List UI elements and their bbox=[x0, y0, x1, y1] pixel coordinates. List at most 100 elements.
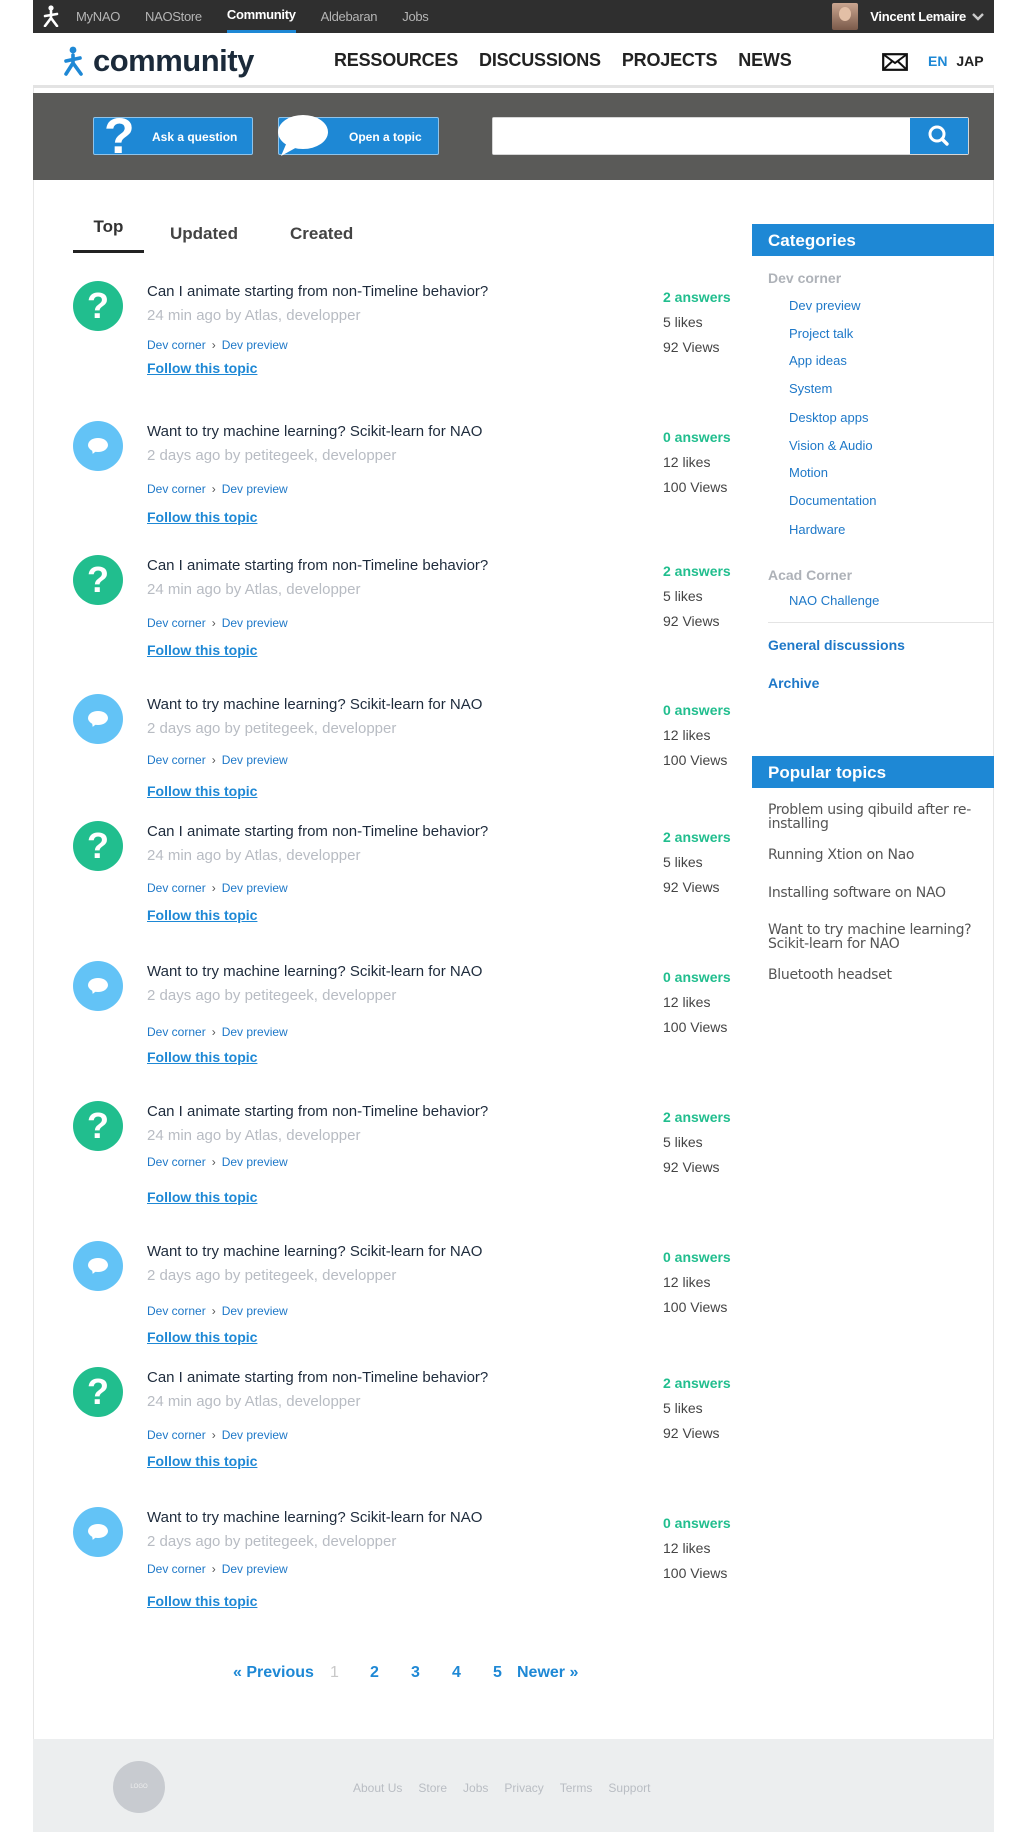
follow-topic-link[interactable]: Follow this topic bbox=[147, 642, 257, 658]
topnav-naostore[interactable]: NAOStore bbox=[145, 0, 202, 33]
sidebar-item-vision-audio[interactable]: Vision & Audio bbox=[789, 438, 873, 453]
follow-topic-link[interactable]: Follow this topic bbox=[147, 1453, 257, 1469]
subcategory-link[interactable]: Dev preview bbox=[222, 881, 288, 895]
category-link[interactable]: Dev corner bbox=[147, 1304, 206, 1318]
category-link[interactable]: Dev corner bbox=[147, 1428, 206, 1442]
topic-row[interactable]: ? Can I animate starting from non-Timeli… bbox=[73, 555, 743, 665]
topic-row[interactable]: Want to try machine learning? Scikit-lea… bbox=[73, 961, 743, 1071]
topic-title[interactable]: Can I animate starting from non-Timeline… bbox=[147, 1103, 488, 1120]
tab-created[interactable]: Created bbox=[290, 215, 353, 253]
chevron-down-icon[interactable] bbox=[972, 12, 984, 21]
sidebar-item-motion[interactable]: Motion bbox=[789, 465, 828, 480]
user-menu[interactable]: Vincent Lemaire bbox=[832, 0, 984, 33]
sidebar-item-system[interactable]: System bbox=[789, 381, 832, 396]
avatar[interactable] bbox=[832, 3, 859, 30]
footer-logo[interactable]: LOGO bbox=[113, 1761, 165, 1813]
newer-page-link[interactable]: Newer » bbox=[517, 1664, 578, 1682]
topic-row[interactable]: ? Can I animate starting from non-Timeli… bbox=[73, 1101, 743, 1211]
nav-ressources[interactable]: RESSOURCES bbox=[334, 50, 458, 71]
topnav-mynao[interactable]: MyNAO bbox=[76, 0, 120, 33]
follow-topic-link[interactable]: Follow this topic bbox=[147, 1593, 257, 1609]
category-link[interactable]: Dev corner bbox=[147, 753, 206, 767]
follow-topic-link[interactable]: Follow this topic bbox=[147, 1189, 257, 1205]
sidebar-item-app-ideas[interactable]: App ideas bbox=[789, 353, 847, 368]
category-link[interactable]: Dev corner bbox=[147, 1562, 206, 1576]
category-group-acad-corner[interactable]: Acad Corner bbox=[768, 567, 852, 583]
ask-question-button[interactable]: ? Ask a question bbox=[93, 111, 253, 161]
footer-link-support[interactable]: Support bbox=[608, 1781, 650, 1795]
topic-row[interactable]: ? Can I animate starting from non-Timeli… bbox=[73, 821, 743, 931]
topic-title[interactable]: Can I animate starting from non-Timeline… bbox=[147, 283, 488, 300]
topic-title[interactable]: Want to try machine learning? Scikit-lea… bbox=[147, 696, 482, 713]
subcategory-link[interactable]: Dev preview bbox=[222, 1304, 288, 1318]
topic-row[interactable]: ? Can I animate starting from non-Timeli… bbox=[73, 1367, 743, 1477]
footer-link-terms[interactable]: Terms bbox=[560, 1781, 593, 1795]
nav-projects[interactable]: PROJECTS bbox=[622, 50, 718, 71]
search-button[interactable] bbox=[910, 118, 968, 154]
topic-row[interactable]: Want to try machine learning? Scikit-lea… bbox=[73, 694, 743, 804]
sidebar-item-project-talk[interactable]: Project talk bbox=[789, 326, 853, 341]
tab-top[interactable]: Top bbox=[73, 215, 144, 253]
category-link[interactable]: Dev corner bbox=[147, 881, 206, 895]
search-input[interactable] bbox=[493, 118, 913, 154]
subcategory-link[interactable]: Dev preview bbox=[222, 1428, 288, 1442]
topic-row[interactable]: Want to try machine learning? Scikit-lea… bbox=[73, 1507, 743, 1617]
popular-topic-item[interactable]: Problem using qibuild after re-installin… bbox=[768, 803, 988, 831]
category-link[interactable]: Dev corner bbox=[147, 1155, 206, 1169]
category-link[interactable]: Dev corner bbox=[147, 482, 206, 496]
sidebar-item-hardware[interactable]: Hardware bbox=[789, 522, 845, 537]
follow-topic-link[interactable]: Follow this topic bbox=[147, 360, 257, 376]
topic-row[interactable]: ? Can I animate starting from non-Timeli… bbox=[73, 281, 743, 391]
subcategory-link[interactable]: Dev preview bbox=[222, 1025, 288, 1039]
tab-updated[interactable]: Updated bbox=[170, 215, 238, 253]
popular-topic-item[interactable]: Installing software on NAO bbox=[768, 886, 988, 900]
topic-row[interactable]: Want to try machine learning? Scikit-lea… bbox=[73, 421, 743, 531]
category-link[interactable]: Dev corner bbox=[147, 338, 206, 352]
page-5[interactable]: 5 bbox=[493, 1664, 502, 1682]
category-group-dev-corner[interactable]: Dev corner bbox=[768, 270, 841, 286]
subcategory-link[interactable]: Dev preview bbox=[222, 338, 288, 352]
topnav-jobs[interactable]: Jobs bbox=[402, 0, 429, 33]
subcategory-link[interactable]: Dev preview bbox=[222, 753, 288, 767]
subcategory-link[interactable]: Dev preview bbox=[222, 1155, 288, 1169]
sidebar-item-dev-preview[interactable]: Dev preview bbox=[789, 298, 861, 313]
follow-topic-link[interactable]: Follow this topic bbox=[147, 509, 257, 525]
footer-link-about[interactable]: About Us bbox=[353, 1781, 402, 1795]
open-topic-button[interactable]: Open a topic bbox=[278, 115, 439, 156]
popular-topic-item[interactable]: Running Xtion on Nao bbox=[768, 848, 988, 862]
topic-title[interactable]: Can I animate starting from non-Timeline… bbox=[147, 1369, 488, 1386]
sidebar-item-archive[interactable]: Archive bbox=[768, 675, 819, 691]
category-link[interactable]: Dev corner bbox=[147, 616, 206, 630]
page-3[interactable]: 3 bbox=[411, 1664, 420, 1682]
category-link[interactable]: Dev corner bbox=[147, 1025, 206, 1039]
nav-discussions[interactable]: DISCUSSIONS bbox=[479, 50, 601, 71]
topic-title[interactable]: Want to try machine learning? Scikit-lea… bbox=[147, 1243, 482, 1260]
previous-page-link[interactable]: « Previous bbox=[233, 1664, 314, 1682]
topic-title[interactable]: Can I animate starting from non-Timeline… bbox=[147, 557, 488, 574]
mail-icon[interactable] bbox=[882, 53, 908, 71]
topic-row[interactable]: Want to try machine learning? Scikit-lea… bbox=[73, 1241, 743, 1351]
footer-link-store[interactable]: Store bbox=[418, 1781, 447, 1795]
subcategory-link[interactable]: Dev preview bbox=[222, 616, 288, 630]
lang-en[interactable]: EN bbox=[928, 53, 947, 69]
page-4[interactable]: 4 bbox=[452, 1664, 461, 1682]
sidebar-item-general-discussions[interactable]: General discussions bbox=[768, 637, 905, 653]
topic-title[interactable]: Want to try machine learning? Scikit-lea… bbox=[147, 423, 482, 440]
follow-topic-link[interactable]: Follow this topic bbox=[147, 783, 257, 799]
footer-link-privacy[interactable]: Privacy bbox=[504, 1781, 543, 1795]
user-name[interactable]: Vincent Lemaire bbox=[870, 9, 966, 24]
lang-jap[interactable]: JAP bbox=[956, 53, 983, 69]
sidebar-item-documentation[interactable]: Documentation bbox=[789, 493, 876, 508]
popular-topic-item[interactable]: Want to try machine learning? Scikit-lea… bbox=[768, 923, 988, 951]
follow-topic-link[interactable]: Follow this topic bbox=[147, 907, 257, 923]
topnav-community[interactable]: Community bbox=[226, 0, 296, 33]
community-brand[interactable]: community bbox=[63, 43, 254, 79]
nav-news[interactable]: NEWS bbox=[738, 50, 791, 71]
subcategory-link[interactable]: Dev preview bbox=[222, 482, 288, 496]
follow-topic-link[interactable]: Follow this topic bbox=[147, 1329, 257, 1345]
popular-topic-item[interactable]: Bluetooth headset bbox=[768, 968, 988, 982]
aldebaran-logo-icon[interactable] bbox=[41, 5, 61, 27]
sidebar-item-desktop-apps[interactable]: Desktop apps bbox=[789, 410, 869, 425]
footer-link-jobs[interactable]: Jobs bbox=[463, 1781, 488, 1795]
topic-title[interactable]: Want to try machine learning? Scikit-lea… bbox=[147, 963, 482, 980]
